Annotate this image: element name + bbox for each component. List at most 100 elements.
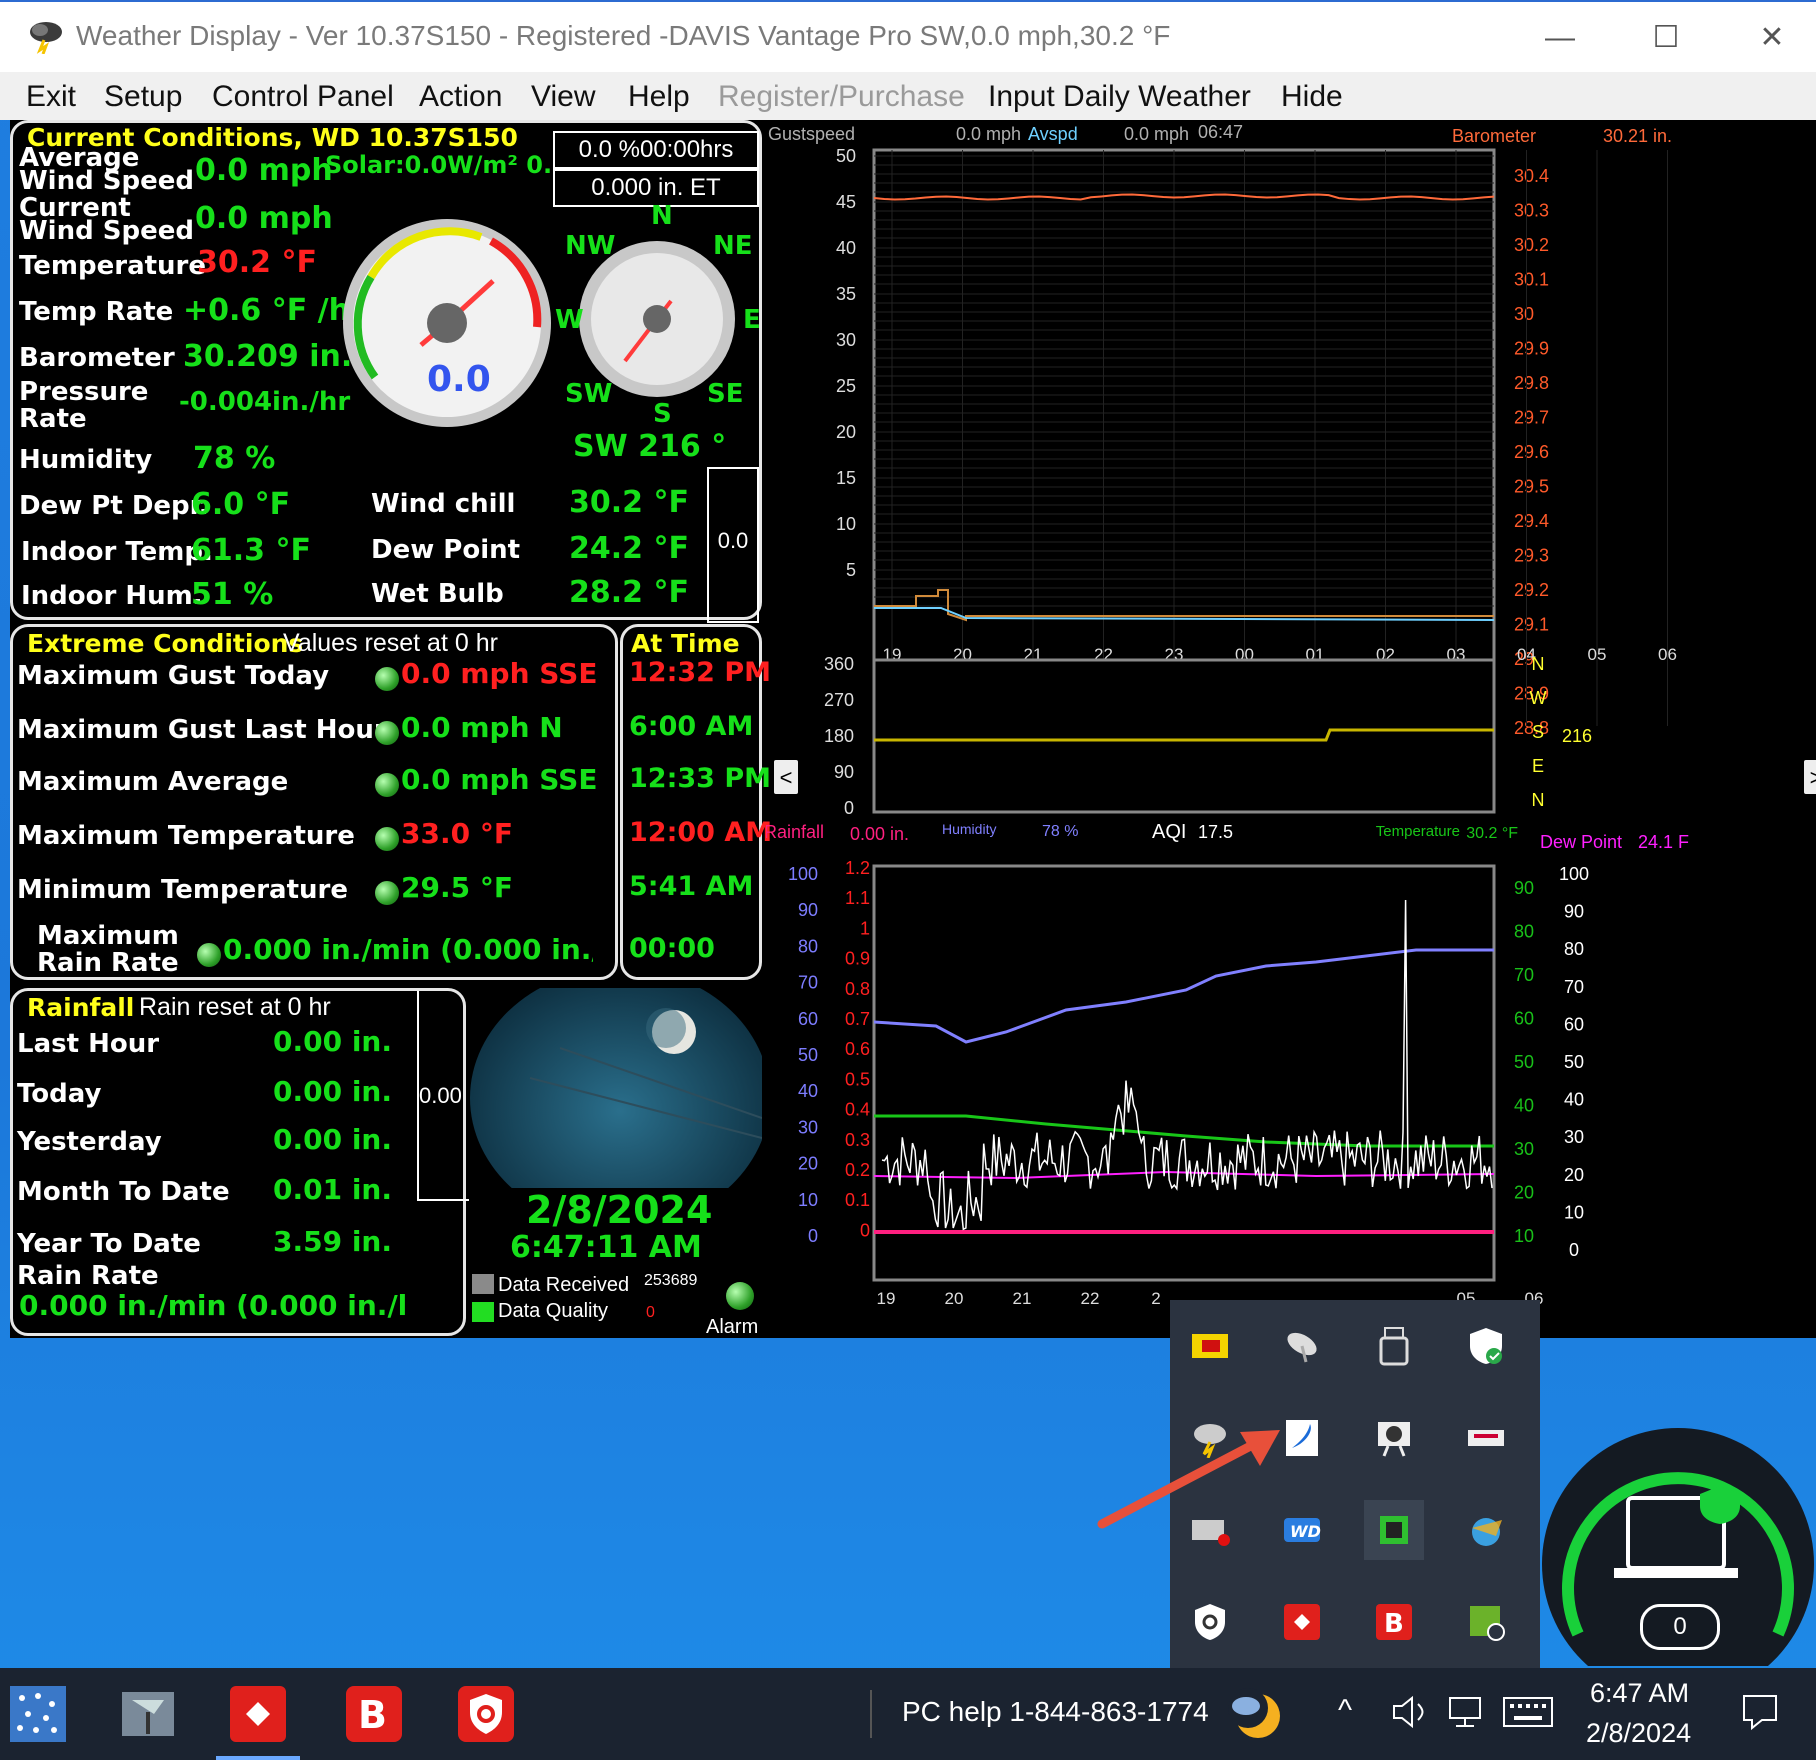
shield-vpn-icon[interactable] (1180, 1592, 1240, 1652)
svg-text:B: B (358, 1693, 387, 1737)
usb-drive-icon[interactable] (1364, 1316, 1424, 1376)
y-tick-compass: N (1532, 654, 1545, 674)
clock-date[interactable]: 2/8/2024 (1586, 1718, 1691, 1749)
y-tick-dewpoint: 10 (1564, 1202, 1584, 1222)
gauge-value: 0.0 (427, 359, 491, 400)
weather-app-taskbar-icon[interactable] (2, 1678, 74, 1750)
weather-moon-icon[interactable] (1222, 1682, 1286, 1751)
chevron-up-icon[interactable]: ^ (1338, 1694, 1352, 1728)
keyboard-icon[interactable] (1502, 1696, 1554, 1733)
y-tick-dewpoint: 50 (1564, 1052, 1584, 1072)
y-tick-rain: 0.8 (845, 979, 870, 999)
b-app-taskbar-icon[interactable]: B (338, 1678, 410, 1750)
menu-control-panel[interactable]: Control Panel (212, 80, 394, 114)
menu-input-daily-weather[interactable]: Input Daily Weather (988, 80, 1251, 114)
webcam-icon[interactable] (1364, 1408, 1424, 1468)
y-tick-wind: 45 (836, 192, 856, 212)
wind-direction-compass (579, 241, 735, 397)
clock-time[interactable]: 6:47 AM (1590, 1678, 1689, 1709)
maximize-button[interactable]: ☐ (1636, 16, 1696, 60)
aqi-legend-label: AQI (1152, 821, 1186, 843)
barometer-label: Barometer (1452, 126, 1536, 146)
compass-s-label: S (653, 399, 672, 429)
rainfall-panel: Rainfall Rain reset at 0 hr Last Hour To… (10, 988, 469, 1336)
y-tick-baro: 29.7 (1514, 408, 1549, 428)
pc-help-text[interactable]: PC help 1-844-863-1774 (902, 1696, 1209, 1728)
status-lamp (197, 943, 221, 967)
barometer-value: 30.209 in. (183, 339, 353, 374)
dewpoint-value: 24.2 °F (569, 531, 689, 566)
alarm-lamp (726, 1282, 754, 1310)
temperature-value: 30.2 °F (197, 245, 317, 280)
extreme-subheader: Values reset at 0 hr (283, 629, 498, 657)
menu-exit[interactable]: Exit (26, 80, 76, 114)
dir-value: 216 (1562, 726, 1592, 746)
y-tick-compass: W (1530, 688, 1547, 708)
svg-text:WD: WD (1290, 1522, 1321, 1541)
x-tick-time: 22 (1081, 1289, 1100, 1308)
at-time-header: At Time (631, 629, 740, 658)
menu-action[interactable]: Action (419, 80, 502, 114)
y-tick-baro: 30.3 (1514, 201, 1549, 221)
rainfall-legend-label: Rainfall (766, 822, 824, 842)
y-tick-rain: 0.2 (845, 1160, 870, 1180)
windows-security-icon[interactable] (1456, 1316, 1516, 1376)
b-app-tray-icon[interactable]: B (1364, 1592, 1424, 1652)
status-lamp (375, 721, 399, 745)
weather-station-taskbar-icon[interactable] (112, 1678, 184, 1750)
anydesk-taskbar-icon[interactable] (222, 1678, 294, 1750)
rain-row-1-label: Today (17, 1079, 102, 1109)
wind-speed-gauge: 0.0 (343, 219, 551, 427)
globe-app-icon[interactable] (1456, 1500, 1516, 1560)
close-button[interactable]: ✕ (1742, 16, 1802, 60)
y-tick-baro: 29.9 (1514, 339, 1549, 359)
minimize-button[interactable]: — (1530, 16, 1590, 60)
y-tick-baro: 29.1 (1514, 615, 1549, 635)
battery-icon[interactable] (1180, 1316, 1240, 1376)
compass-n-label: N (651, 201, 673, 231)
extreme-row-2-label: Maximum Average (17, 767, 289, 797)
menu-hide[interactable]: Hide (1281, 80, 1343, 114)
indoor-temp-value: 61.3 °F (191, 533, 311, 568)
green-chip-icon[interactable] (1364, 1500, 1424, 1560)
security-count-badge[interactable]: 0 (1640, 1604, 1720, 1650)
compass-nw-label: NW (565, 231, 616, 261)
menu-view[interactable]: View (531, 80, 595, 114)
y-tick-dir: 270 (824, 690, 854, 710)
status-lamp (375, 667, 399, 691)
side-value-box: 0.0 (707, 467, 759, 623)
menu-setup[interactable]: Setup (104, 80, 182, 114)
y-tick-compass: N (1532, 790, 1545, 810)
extreme-row-0-label: Maximum Gust Today (17, 661, 330, 691)
rain-row-0-label: Last Hour (17, 1029, 160, 1059)
network-icon[interactable] (1446, 1692, 1486, 1737)
compass-sw-label: SW (565, 379, 613, 409)
extreme-row-3-time: 12:00 AM (629, 817, 773, 848)
y-tick-dewpoint: 100 (1559, 864, 1589, 884)
wind-baro-plot-frame (872, 148, 1496, 730)
compass-se-label: SE (707, 379, 744, 409)
menu-help[interactable]: Help (628, 80, 690, 114)
y-tick-rain: 1.1 (845, 888, 870, 908)
taskbar-divider (870, 1690, 872, 1738)
rain-rate-label: Rain Rate (17, 1261, 159, 1291)
y-tick-temp: 40 (1514, 1096, 1534, 1116)
data-quality-label: Data Quality (498, 1300, 609, 1322)
temp-rate-label: Temp Rate (19, 297, 174, 327)
shield-app-taskbar-icon[interactable] (450, 1678, 522, 1750)
prev-graph-label: < (780, 765, 793, 790)
y-tick-temp: 20 (1514, 1183, 1534, 1203)
menu-register-purchase[interactable]: Register/Purchase (718, 80, 965, 114)
device-tray-icon[interactable] (1456, 1408, 1516, 1468)
current-conditions-panel: Current Conditions, WD 10.37S150 Average… (10, 120, 762, 623)
notification-center-icon[interactable] (1740, 1692, 1780, 1737)
y-tick-dewpoint: 30 (1564, 1127, 1584, 1147)
volume-icon[interactable] (1390, 1690, 1430, 1739)
anydesk-tray-icon[interactable] (1272, 1592, 1332, 1652)
cur-wind-label: Current Wind Speed (19, 193, 194, 246)
y-tick-humidity: 80 (798, 936, 818, 956)
nvidia-tray-icon[interactable] (1456, 1592, 1516, 1652)
x-tick-time: 21 (1013, 1289, 1032, 1308)
satellite-dish-icon[interactable] (1272, 1316, 1332, 1376)
max-rain-rate-value: 0.000 in./min (0.000 in./l (223, 933, 593, 966)
